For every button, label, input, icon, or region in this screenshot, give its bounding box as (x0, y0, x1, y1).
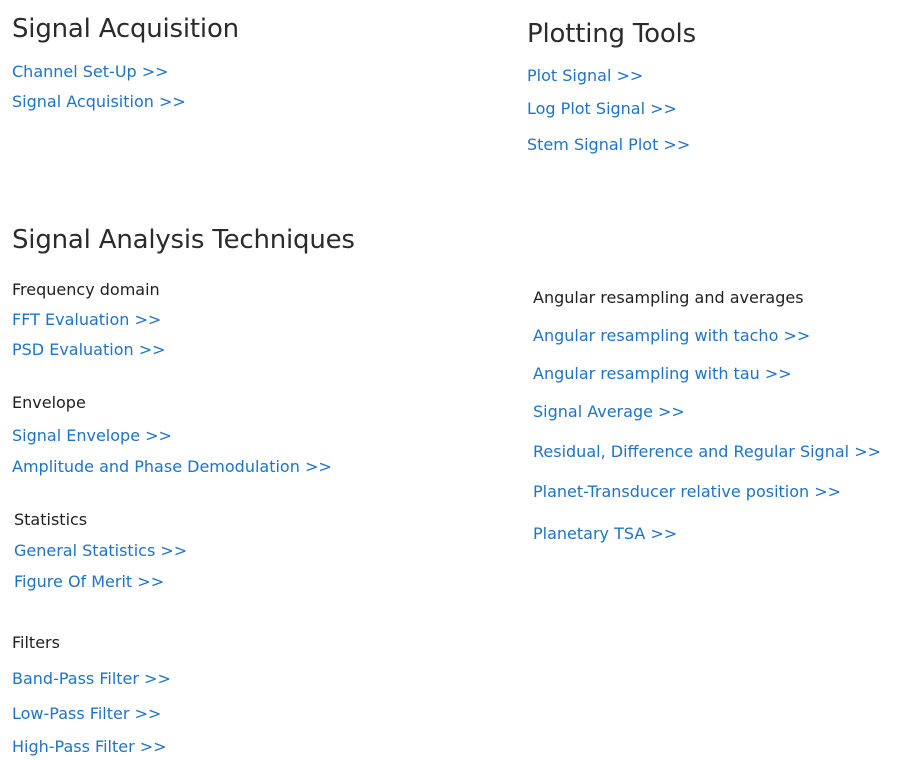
statistics-heading: Statistics (14, 510, 88, 529)
low-pass-filter-link[interactable]: Low-Pass Filter >> (12, 704, 161, 723)
channel-setup-link[interactable]: Channel Set-Up >> (12, 62, 169, 81)
planet-transducer-position-link[interactable]: Planet-Transducer relative position >> (533, 482, 841, 501)
high-pass-filter-link[interactable]: High-Pass Filter >> (12, 737, 167, 756)
angular-resampling-tacho-link[interactable]: Angular resampling with tacho >> (533, 326, 810, 345)
band-pass-filter-link[interactable]: Band-Pass Filter >> (12, 669, 171, 688)
signal-envelope-link[interactable]: Signal Envelope >> (12, 426, 172, 445)
fft-evaluation-link[interactable]: FFT Evaluation >> (12, 310, 161, 329)
signal-acquisition-title: Signal Acquisition (12, 14, 239, 44)
log-plot-signal-link[interactable]: Log Plot Signal >> (527, 99, 677, 118)
amplitude-phase-demodulation-link[interactable]: Amplitude and Phase Demodulation >> (12, 457, 332, 476)
angular-resampling-tau-link[interactable]: Angular resampling with tau >> (533, 364, 792, 383)
plot-signal-link[interactable]: Plot Signal >> (527, 66, 643, 85)
envelope-heading: Envelope (12, 393, 86, 412)
signal-analysis-techniques-title: Signal Analysis Techniques (12, 225, 355, 255)
figure-of-merit-link[interactable]: Figure Of Merit >> (14, 572, 164, 591)
plotting-tools-title: Plotting Tools (527, 19, 696, 49)
residual-difference-regular-signal-link[interactable]: Residual, Difference and Regular Signal … (533, 442, 881, 461)
frequency-domain-heading: Frequency domain (12, 280, 160, 299)
stem-signal-plot-link[interactable]: Stem Signal Plot >> (527, 135, 690, 154)
signal-average-link[interactable]: Signal Average >> (533, 402, 685, 421)
filters-heading: Filters (12, 633, 60, 652)
planetary-tsa-link[interactable]: Planetary TSA >> (533, 524, 677, 543)
psd-evaluation-link[interactable]: PSD Evaluation >> (12, 340, 166, 359)
signal-acquisition-link[interactable]: Signal Acquisition >> (12, 92, 186, 111)
general-statistics-link[interactable]: General Statistics >> (14, 541, 187, 560)
angular-resampling-heading: Angular resampling and averages (533, 288, 804, 307)
